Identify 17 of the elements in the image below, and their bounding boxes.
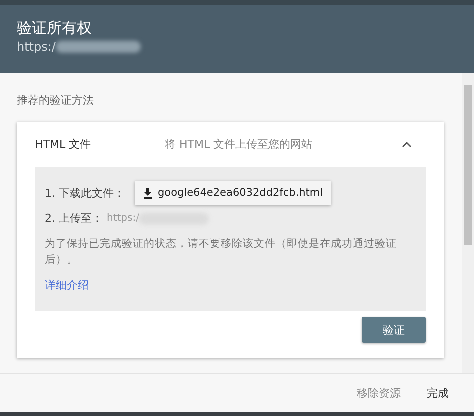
footer-button[interactable]: 完成 [427, 386, 449, 400]
note-text: 为了保持已完成验证的状态，请不要移除该文件（即使是在成功通过验证后）。 [45, 237, 398, 268]
chevron-icon[interactable] [402, 141, 412, 148]
section-label: 推荐的验证方法 [17, 93, 95, 108]
step-label: 1. 下载此文件： [45, 186, 125, 200]
scrollbar[interactable] [462, 73, 474, 373]
upload-url: https:/ [107, 213, 140, 224]
download-icon [143, 188, 153, 198]
download-button[interactable]: google64e2ea6032dd2fcb.html [135, 181, 332, 205]
site-url: https:/ [17, 40, 56, 54]
details-link[interactable]: 详细介绍 [45, 278, 416, 293]
step-label: 2. 上传至： [45, 211, 103, 226]
verify-button[interactable]: 验证 [362, 317, 426, 343]
dialog-title: 验证所有权 [17, 19, 93, 38]
method-description: 将 HTML 文件上传至您的网站 [164, 137, 314, 152]
footer-button[interactable]: 移除资源 [357, 386, 401, 400]
method-name: HTML 文件 [35, 137, 92, 152]
